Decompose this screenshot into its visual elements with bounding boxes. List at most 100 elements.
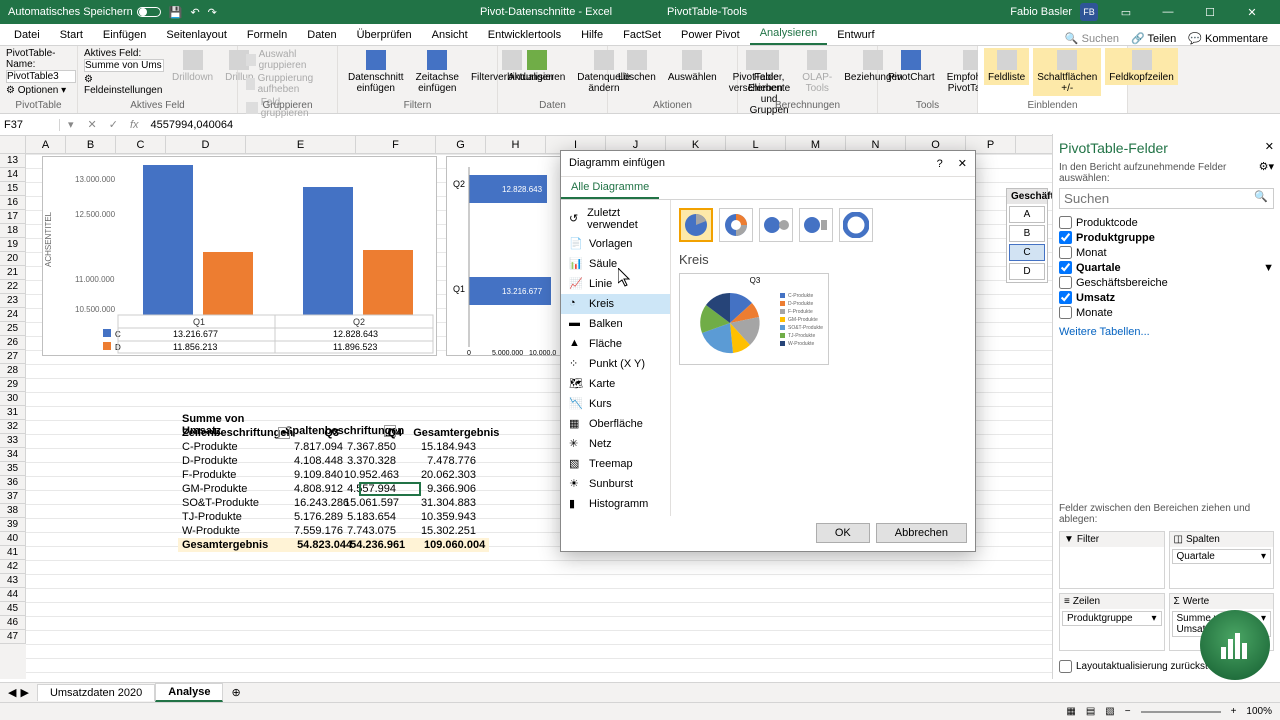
row-header[interactable]: 29 — [0, 378, 26, 392]
chart-preview[interactable]: Q3 C-Produkte D-Produkte F-Produkte — [679, 273, 829, 365]
table-row[interactable]: F-Produkte9.109.84010.952.46320.062.303 — [178, 468, 489, 482]
chart-type-item[interactable]: ▦Oberfläche — [561, 414, 670, 434]
view-normal-icon[interactable]: ▦ — [1066, 706, 1075, 717]
more-tables-link[interactable]: Weitere Tabellen... — [1059, 326, 1274, 338]
embedded-hbar-chart[interactable]: Q2 12.828.643 Q1 13.216.677 0 5.000.000 … — [446, 156, 566, 356]
group-selection-button[interactable]: Auswahl gruppieren — [244, 48, 331, 72]
sheet-tab[interactable]: Analyse — [155, 683, 223, 702]
row-header[interactable]: 45 — [0, 602, 26, 616]
ribbon-mode-icon[interactable]: ▭ — [1106, 0, 1146, 24]
share-link[interactable]: 🔗 Teilen — [1131, 32, 1176, 45]
field-item[interactable]: Monate — [1059, 305, 1274, 320]
table-row[interactable]: C-Produkte7.817.0947.367.85015.184.943 — [178, 440, 489, 454]
chart-type-item[interactable]: 📊Säule — [561, 254, 670, 274]
redo-icon[interactable]: ↷ — [208, 6, 217, 19]
pie-subtype-1[interactable] — [679, 208, 713, 242]
search-link[interactable]: 🔍 Suchen — [1065, 32, 1119, 45]
tab-datei[interactable]: Datei — [4, 25, 50, 45]
fx-cancel-icon[interactable]: ✕ — [82, 118, 103, 131]
row-header[interactable]: 46 — [0, 616, 26, 630]
new-sheet-icon[interactable]: ⊕ — [223, 686, 248, 699]
row-header[interactable]: 13 — [0, 154, 26, 168]
zoom-in-icon[interactable]: + — [1231, 706, 1237, 717]
refresh-button[interactable]: Aktualisieren — [504, 48, 569, 85]
sheet-tab[interactable]: Umsatzdaten 2020 — [37, 684, 155, 701]
embedded-bar-chart[interactable]: ACHSENTITEL 13.000.000 12.500.000 11.000… — [42, 156, 437, 356]
tab-entwicklertools[interactable]: Entwicklertools — [478, 25, 571, 45]
tab-einfuegen[interactable]: Einfügen — [93, 25, 156, 45]
sheet-nav-next-icon[interactable]: ▶ — [20, 686, 28, 699]
row-header[interactable]: 20 — [0, 252, 26, 266]
col-header[interactable]: H — [486, 136, 546, 153]
pivotchart-button[interactable]: PivotChart — [884, 48, 939, 85]
fx-enter-icon[interactable]: ✓ — [103, 118, 124, 131]
slicer[interactable]: Geschäft ABCD — [1006, 188, 1048, 283]
slicer-item[interactable]: A — [1009, 206, 1045, 223]
chart-type-item[interactable]: ⁘Punkt (X Y) — [561, 354, 670, 374]
dialog-help-icon[interactable]: ? — [937, 158, 943, 170]
tab-ueberpruefen[interactable]: Überprüfen — [347, 25, 422, 45]
name-box[interactable]: F37 — [0, 119, 60, 131]
chart-type-item[interactable]: ☀Sunburst — [561, 474, 670, 494]
row-header[interactable]: 27 — [0, 350, 26, 364]
row-header[interactable]: 21 — [0, 266, 26, 280]
col-header[interactable]: G — [436, 136, 486, 153]
pie-subtype-3[interactable] — [759, 208, 793, 242]
row-header[interactable]: 17 — [0, 210, 26, 224]
field-item[interactable]: Geschäftsbereiche — [1059, 275, 1274, 290]
row-header[interactable]: 37 — [0, 490, 26, 504]
row-header[interactable]: 36 — [0, 476, 26, 490]
sheet-nav-prev-icon[interactable]: ◀ — [8, 686, 16, 699]
buttons-toggle[interactable]: Schaltflächen +/- — [1033, 48, 1101, 96]
olap-tools-button[interactable]: OLAP-Tools — [798, 48, 836, 96]
pie-subtype-2[interactable] — [719, 208, 753, 242]
user-avatar[interactable]: FB — [1080, 3, 1098, 21]
table-row[interactable]: TJ-Produkte5.176.2895.183.65410.359.943 — [178, 510, 489, 524]
row-header[interactable]: 38 — [0, 504, 26, 518]
field-item[interactable]: Umsatz — [1059, 290, 1274, 305]
minimize-icon[interactable]: — — [1148, 0, 1188, 24]
col-header[interactable]: E — [246, 136, 356, 153]
field-item[interactable]: Monat — [1059, 245, 1274, 260]
chart-type-item[interactable]: ▬Balken — [561, 314, 670, 334]
field-item[interactable]: Produktcode — [1059, 215, 1274, 230]
zoom-slider[interactable] — [1141, 711, 1221, 713]
insert-timeline-button[interactable]: Zeitachse einfügen — [412, 48, 463, 96]
tab-factset[interactable]: FactSet — [613, 25, 671, 45]
chart-type-item[interactable]: ✳Netz — [561, 434, 670, 454]
row-header[interactable]: 26 — [0, 336, 26, 350]
table-row[interactable]: W-Produkte7.559.1767.743.07515.302.251 — [178, 524, 489, 538]
chart-type-item[interactable]: ▲Fläche — [561, 334, 670, 354]
row-header[interactable]: 23 — [0, 294, 26, 308]
pivot-name-input[interactable] — [6, 70, 76, 83]
col-header[interactable]: F — [356, 136, 436, 153]
formula-input[interactable]: 4557994,040064 — [145, 119, 1280, 131]
slicer-item[interactable]: B — [1009, 225, 1045, 242]
cancel-button[interactable]: Abbrechen — [876, 523, 967, 543]
field-headers-button[interactable]: Feldkopfzeilen — [1105, 48, 1177, 85]
pie-subtype-5[interactable] — [839, 208, 873, 242]
tab-hilfe[interactable]: Hilfe — [571, 25, 613, 45]
row-header[interactable]: 16 — [0, 196, 26, 210]
chart-type-item[interactable]: 📄Vorlagen — [561, 234, 670, 254]
row-header[interactable]: 15 — [0, 182, 26, 196]
field-item[interactable]: Quartale▼ — [1059, 260, 1274, 275]
table-row[interactable]: SO&T-Produkte16.243.28615.061.59731.304.… — [178, 496, 489, 510]
tab-analysieren[interactable]: Analysieren — [750, 23, 827, 45]
row-header[interactable]: 47 — [0, 630, 26, 644]
row-header[interactable]: 18 — [0, 224, 26, 238]
dialog-tab-all[interactable]: Alle Diagramme — [561, 177, 659, 199]
slicer-item[interactable]: D — [1009, 263, 1045, 280]
col-header[interactable]: B — [66, 136, 116, 153]
row-header[interactable]: 44 — [0, 588, 26, 602]
tab-powerpivot[interactable]: Power Pivot — [671, 25, 750, 45]
close-icon[interactable]: ✕ — [1232, 0, 1272, 24]
row-header[interactable]: 41 — [0, 546, 26, 560]
row-header[interactable]: 32 — [0, 420, 26, 434]
row-header[interactable]: 42 — [0, 560, 26, 574]
clear-button[interactable]: Löschen — [614, 48, 660, 85]
chart-type-item[interactable]: ▮Histogramm — [561, 494, 670, 514]
row-header[interactable]: 35 — [0, 462, 26, 476]
autosave-toggle[interactable]: Automatisches Speichern — [8, 6, 161, 18]
pivot-table[interactable]: Summe von Umsatz Spaltenbeschriftungen ▾… — [178, 412, 489, 552]
